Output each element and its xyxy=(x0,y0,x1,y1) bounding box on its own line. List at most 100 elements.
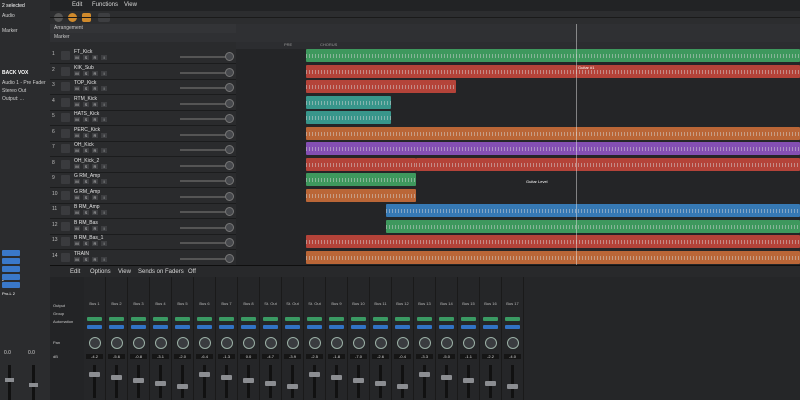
strip-link-button[interactable] xyxy=(285,325,300,329)
track-volume-slider[interactable] xyxy=(180,71,228,74)
volume-fader-track[interactable] xyxy=(115,365,118,398)
record-enable-button[interactable]: R xyxy=(92,210,98,215)
pan-knob[interactable] xyxy=(89,337,101,349)
strip-link-button[interactable] xyxy=(153,325,168,329)
track-header[interactable]: 6 PERC_Kick M S R I xyxy=(50,126,236,142)
track-header[interactable]: 2 KIK_Sub M S R I xyxy=(50,64,236,80)
track-pan-knob[interactable] xyxy=(225,222,234,232)
strip-link-button[interactable] xyxy=(87,325,102,329)
pan-knob[interactable] xyxy=(441,337,453,349)
pan-knob[interactable] xyxy=(397,337,409,349)
pan-knob[interactable] xyxy=(353,337,365,349)
volume-fader-track[interactable] xyxy=(93,365,96,398)
strip-output[interactable]: Bus 10 xyxy=(349,301,368,306)
strip-output[interactable]: Bus 14 xyxy=(437,301,456,306)
audio-region[interactable] xyxy=(306,49,800,62)
track-volume-slider[interactable] xyxy=(180,87,228,89)
volume-fader-track[interactable] xyxy=(445,365,448,398)
record-enable-button[interactable]: R xyxy=(92,70,98,76)
volume-fader[interactable] xyxy=(441,375,452,380)
automation-mode-button[interactable] xyxy=(483,317,498,321)
volume-fader[interactable] xyxy=(353,378,364,383)
automation-mode-button[interactable] xyxy=(461,317,476,321)
track-pan-knob[interactable] xyxy=(225,52,234,61)
audio-region[interactable] xyxy=(306,188,416,202)
mute-button[interactable]: M xyxy=(74,225,80,231)
track-pan-knob[interactable] xyxy=(225,129,234,139)
audio-region[interactable] xyxy=(306,111,391,124)
volume-fader[interactable] xyxy=(331,375,342,380)
automation-mode-button[interactable] xyxy=(351,317,366,321)
volume-fader-track[interactable] xyxy=(203,365,206,398)
track-pan-knob[interactable] xyxy=(225,207,234,216)
volume-fader[interactable] xyxy=(485,381,496,386)
inspector-fader-track[interactable] xyxy=(8,365,11,400)
audio-region[interactable] xyxy=(306,95,391,109)
volume-fader[interactable] xyxy=(265,381,276,386)
pan-knob[interactable] xyxy=(287,337,299,349)
input-monitor-button[interactable]: I xyxy=(101,256,107,262)
solo-button[interactable]: S xyxy=(83,194,89,200)
track-volume-slider[interactable] xyxy=(180,226,228,229)
record-enable-button[interactable]: R xyxy=(92,101,98,107)
strip-output[interactable]: Bus 2 xyxy=(107,301,126,306)
input-monitor-button[interactable]: I xyxy=(101,163,107,169)
automation-mode-button[interactable] xyxy=(219,317,234,321)
track-header[interactable]: 11 B RM_Amp M S R I xyxy=(50,203,236,219)
input-monitor-button[interactable]: I xyxy=(101,148,107,153)
audio-region[interactable] xyxy=(386,219,800,233)
solo-button[interactable]: S xyxy=(83,256,89,262)
input-monitor-button[interactable]: I xyxy=(101,86,107,91)
volume-fader[interactable] xyxy=(155,381,166,386)
pan-knob[interactable] xyxy=(111,337,123,349)
input-monitor-button[interactable]: I xyxy=(101,55,107,60)
input-monitor-button[interactable]: I xyxy=(101,101,107,107)
mixer-menu-view[interactable]: View xyxy=(118,269,131,275)
audio-region[interactable] xyxy=(416,157,800,171)
track-pan-knob[interactable] xyxy=(225,98,234,108)
track-pan-knob[interactable] xyxy=(225,253,234,263)
volume-fader-track[interactable] xyxy=(511,365,514,398)
pan-knob[interactable] xyxy=(221,337,233,349)
track-volume-slider[interactable] xyxy=(180,102,228,105)
track-volume-slider[interactable] xyxy=(180,149,228,151)
track-header[interactable]: 10 G RM_Amp M S R I xyxy=(50,188,236,204)
record-enable-button[interactable]: R xyxy=(92,55,98,60)
record-enable-button[interactable]: R xyxy=(92,241,98,246)
input-monitor-button[interactable]: I xyxy=(101,241,107,246)
pan-knob[interactable] xyxy=(133,337,145,349)
audio-region[interactable] xyxy=(576,64,800,78)
volume-fader[interactable] xyxy=(287,384,298,389)
solo-button[interactable]: S xyxy=(83,117,89,122)
automation-mode-button[interactable] xyxy=(109,317,124,321)
strip-output[interactable]: Bus 5 xyxy=(173,301,192,306)
mute-button[interactable]: M xyxy=(74,210,80,215)
strip-output[interactable]: St. Out xyxy=(283,301,302,306)
pan-knob[interactable] xyxy=(265,337,277,349)
volume-fader[interactable] xyxy=(177,384,188,389)
record-enable-button[interactable]: R xyxy=(92,117,98,122)
volume-fader[interactable] xyxy=(309,372,320,377)
audio-region[interactable] xyxy=(306,64,576,78)
strip-output[interactable]: St. Out xyxy=(261,301,280,306)
input-monitor-button[interactable]: I xyxy=(101,70,107,76)
pan-knob[interactable] xyxy=(463,337,475,349)
volume-fader-track[interactable] xyxy=(181,365,184,398)
inspector-fader-cap[interactable] xyxy=(5,378,14,382)
solo-button[interactable]: S xyxy=(83,55,89,60)
volume-fader[interactable] xyxy=(419,372,430,377)
record-enable-button[interactable]: R xyxy=(92,163,98,169)
mute-button[interactable]: M xyxy=(74,55,80,60)
mixer-menu-options[interactable]: Options xyxy=(90,269,111,275)
track-pan-knob[interactable] xyxy=(225,238,234,247)
volume-fader[interactable] xyxy=(463,378,474,383)
mute-button[interactable]: M xyxy=(74,241,80,246)
pan-knob[interactable] xyxy=(419,337,431,349)
input-monitor-button[interactable]: I xyxy=(101,117,107,122)
arrangement-area[interactable]: PRE CHORUS Guitar Level Guitar #1 xyxy=(236,24,800,265)
track-volume-slider[interactable] xyxy=(180,180,228,182)
input-monitor-button[interactable]: I xyxy=(101,132,107,138)
track-volume-slider[interactable] xyxy=(180,133,228,136)
solo-button[interactable]: S xyxy=(83,225,89,231)
input-monitor-button[interactable]: I xyxy=(101,179,107,184)
